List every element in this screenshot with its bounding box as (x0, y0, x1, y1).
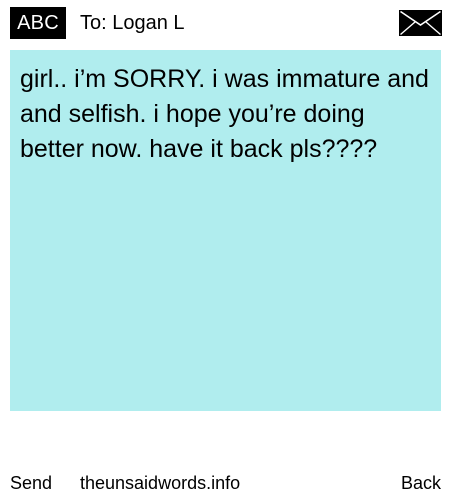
envelope-icon (399, 10, 442, 36)
send-button[interactable]: Send (10, 470, 52, 496)
message-body: girl.. i’m SORRY. i was immature and and… (10, 50, 441, 411)
message-text: girl.. i’m SORRY. i was immature and and… (20, 65, 429, 163)
back-button[interactable]: Back (401, 470, 441, 496)
recipient-label: To: Logan L (80, 12, 185, 34)
message-screen: ABC To: Logan L girl.. i’m SORRY. i was … (0, 0, 450, 500)
site-link[interactable]: theunsaidwords.info (80, 470, 240, 496)
footer-bar: Send theunsaidwords.info Back (0, 470, 450, 500)
message-header: ABC To: Logan L (0, 0, 450, 46)
abc-badge: ABC (10, 7, 66, 39)
